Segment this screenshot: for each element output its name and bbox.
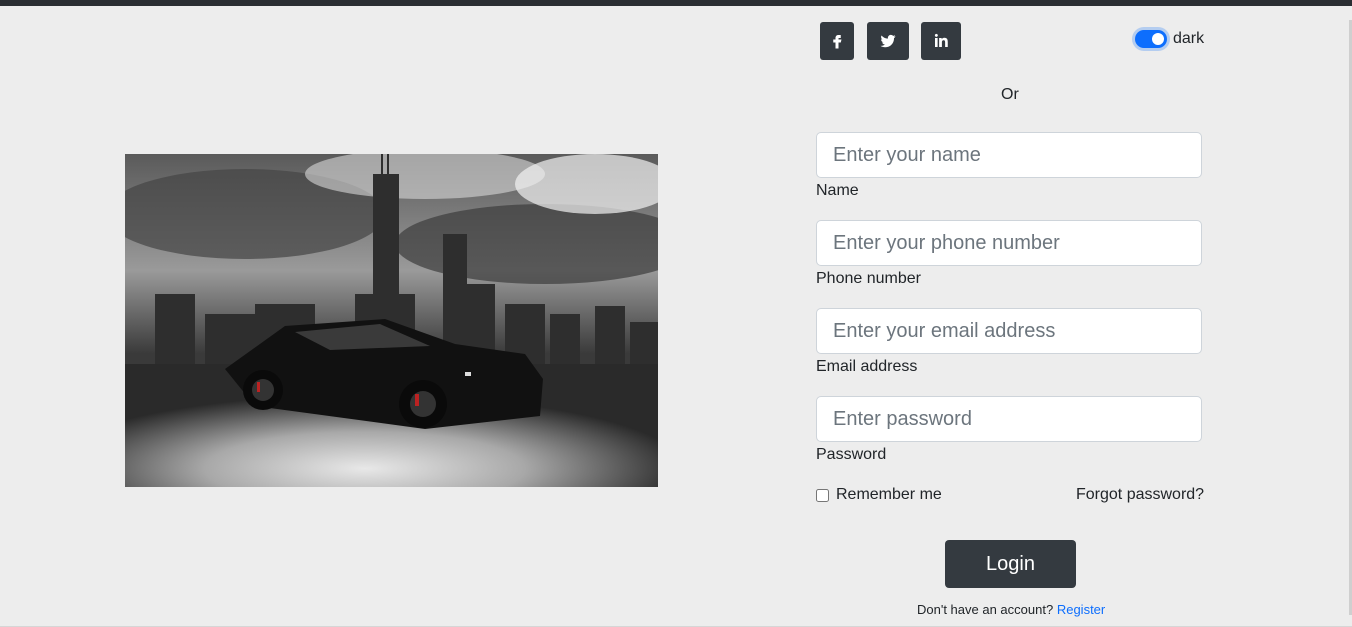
linkedin-button[interactable] xyxy=(921,22,961,60)
twitter-icon xyxy=(880,34,896,48)
forgot-password-link[interactable]: Forgot password? xyxy=(1076,486,1204,504)
email-label: Email address xyxy=(816,358,918,375)
name-input[interactable] xyxy=(816,132,1202,178)
top-bar xyxy=(0,0,1352,6)
remember-me-checkbox[interactable] xyxy=(816,488,829,502)
register-prompt-text: Don't have an account? xyxy=(917,602,1054,617)
toggle-switch[interactable] xyxy=(1135,30,1167,48)
register-prompt: Don't have an account? Register xyxy=(917,602,1105,617)
login-button[interactable]: Login xyxy=(945,540,1076,588)
hero-car-image xyxy=(125,154,658,487)
remember-me[interactable]: Remember me xyxy=(816,486,942,504)
toggle-knob xyxy=(1152,33,1164,45)
password-input[interactable] xyxy=(816,396,1202,442)
remember-me-label: Remember me xyxy=(836,486,942,503)
facebook-icon xyxy=(833,35,842,49)
name-label: Name xyxy=(816,182,859,199)
dark-mode-toggle[interactable]: dark xyxy=(1135,30,1204,48)
password-label: Password xyxy=(816,446,887,463)
twitter-button[interactable] xyxy=(867,22,909,60)
facebook-button[interactable] xyxy=(820,22,854,60)
phone-input[interactable] xyxy=(816,220,1202,266)
linkedin-icon xyxy=(934,33,948,47)
email-input[interactable] xyxy=(816,308,1202,354)
phone-label: Phone number xyxy=(816,270,921,287)
toggle-label: dark xyxy=(1173,30,1205,47)
register-link[interactable]: Register xyxy=(1057,602,1105,617)
or-divider-text: Or xyxy=(1001,86,1019,103)
